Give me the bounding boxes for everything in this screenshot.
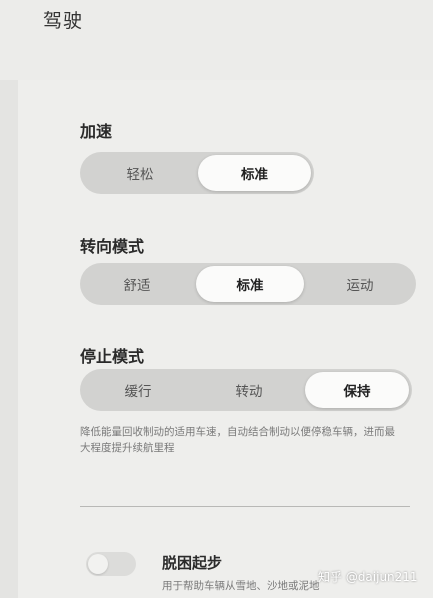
stopping-option-creep[interactable]: 缓行 [83, 372, 193, 408]
steering-mode-label: 转向模式 [80, 237, 145, 256]
steering-option-standard[interactable]: 标准 [196, 266, 304, 302]
escape-mode-toggle[interactable] [86, 552, 136, 576]
acceleration-segmented-control: 轻松 标准 [80, 152, 314, 194]
stopping-option-roll[interactable]: 转动 [194, 372, 304, 408]
header-bar: 驾驶 [0, 0, 433, 80]
steering-option-sport[interactable]: 运动 [306, 266, 414, 302]
stopping-option-hold[interactable]: 保持 [305, 372, 409, 408]
stopping-mode-label: 停止模式 [80, 347, 145, 366]
page-title: 驾驶 [43, 10, 84, 32]
acceleration-option-relaxed[interactable]: 轻松 [83, 155, 197, 191]
toggle-knob [88, 554, 108, 574]
acceleration-label: 加速 [80, 122, 113, 141]
steering-mode-segmented-control: 舒适 标准 运动 [80, 263, 416, 305]
steering-option-comfort[interactable]: 舒适 [83, 266, 191, 302]
watermark: 知乎 @daijun211 [318, 570, 418, 584]
escape-mode-title: 脱困起步 [162, 554, 223, 572]
stopping-mode-segmented-control: 缓行 转动 保持 [80, 369, 412, 411]
acceleration-option-standard[interactable]: 标准 [198, 155, 311, 191]
escape-mode-description: 用于帮助车辆从雪地、沙地或泥地 [162, 580, 320, 592]
section-divider [80, 506, 410, 507]
stopping-mode-description: 降低能量回收制动的适用车速，自动结合制动以便停稳车辆，进而最大程度提升续航里程 [80, 426, 395, 454]
